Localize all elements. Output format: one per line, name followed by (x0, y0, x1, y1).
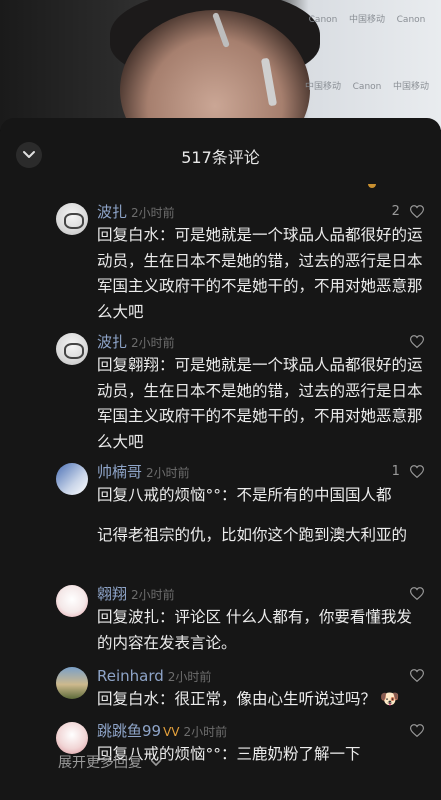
dog-emoji: 🐶 (380, 690, 400, 708)
avatar[interactable] (56, 333, 88, 365)
avatar[interactable] (56, 585, 88, 617)
emoji-fragment (368, 184, 376, 188)
video-background: Canon 中国移动 Canon 中国移动 Canon 中国移动 (0, 0, 441, 130)
heart-icon (410, 724, 424, 737)
sponsor-logo: Canon (396, 15, 426, 25)
like-button[interactable] (404, 665, 424, 687)
heart-icon (410, 205, 424, 218)
heart-icon (410, 587, 424, 600)
like-count: 2 (391, 204, 400, 219)
sponsor-logo: 中国移动 (392, 82, 429, 92)
expand-more-label: 展开更多回复 (58, 755, 142, 771)
reply-text: 回复白水：很正常，像由心生听说过吗？ 🐶 (97, 687, 427, 713)
reply-text-line: 回复八戒的烦恼°°：不是所有的中国国人都 (97, 486, 392, 504)
avatar[interactable] (56, 203, 88, 235)
username[interactable]: 翱翔 (97, 585, 127, 603)
username[interactable]: 波扎 (97, 333, 127, 351)
chevron-down-icon (151, 760, 162, 766)
timestamp: 2小时前 (183, 725, 228, 739)
heart-icon (410, 465, 424, 478)
timestamp: 2小时前 (146, 466, 190, 480)
username[interactable]: 波扎 (97, 203, 127, 221)
comments-header: 517条评论 (0, 118, 441, 194)
reply-text-line: 记得老祖宗的仇，比如你这个跑到澳大利亚的 (97, 525, 408, 544)
reply-text: 回复波扎：评论区 什么人都有，你要看懂我发的内容在发表言论。 (97, 608, 412, 652)
username[interactable]: Reinhard (97, 667, 164, 685)
reply-item: 波扎 2小时前 回复翱翔：可是她就是一个球品人品都很好的运动员，生在日本不是她的错… (56, 331, 428, 456)
reply-text-content: 回复白水：很正常，像由心生听说过吗？ (97, 690, 377, 708)
sponsor-logo: Canon (308, 15, 338, 25)
like-count: 1 (391, 464, 400, 479)
expand-more-replies-button[interactable]: 展开更多回复 (58, 752, 162, 772)
like-button[interactable] (404, 331, 424, 353)
sponsor-logo: 中国移动 (304, 82, 341, 92)
timestamp: 2小时前 (131, 336, 175, 350)
username[interactable]: 跳跳鱼99 (97, 722, 161, 740)
heart-icon (410, 669, 424, 682)
avatar[interactable] (56, 463, 88, 495)
like-button[interactable]: 1 (392, 461, 424, 483)
reply-item: 帅楠哥 2小时前 1 回复八戒的烦恼°°：不是所有的中国国人都 记得老祖宗的仇，比… (56, 461, 428, 576)
reply-text: 回复白水：可是她就是一个球品人品都很好的运动员，生在日本不是她的错，过去的恶行是… (97, 226, 423, 321)
heart-icon (410, 335, 424, 348)
timestamp: 2小时前 (131, 588, 175, 602)
timestamp: 2小时前 (167, 670, 212, 684)
reply-item: 翱翔 2小时前 回复波扎：评论区 什么人都有，你要看懂我发的内容在发表言论。 (56, 583, 428, 658)
like-button[interactable] (404, 720, 424, 742)
sponsor-board: Canon 中国移动 Canon 中国移动 Canon 中国移动 (303, 0, 433, 130)
like-button[interactable]: 2 (392, 201, 424, 223)
sponsor-logo: Canon (352, 82, 382, 92)
reply-text: 回复八戒的烦恼°°：不是所有的中国国人都 记得老祖宗的仇，比如你这个跑到澳大利亚… (97, 483, 427, 548)
avatar[interactable] (56, 667, 88, 699)
comment-count-title: 517条评论 (181, 148, 260, 167)
reply-text: 回复翱翔：可是她就是一个球品人品都很好的运动员，生在日本不是她的错，过去的恶行是… (97, 356, 423, 451)
like-button[interactable] (404, 583, 424, 605)
username[interactable]: 帅楠哥 (97, 463, 142, 481)
reply-item: 波扎 2小时前 2 回复白水：可是她就是一个球品人品都很好的运动员，生在日本不是她… (56, 201, 428, 326)
reply-item: Reinhard 2小时前 回复白水：很正常，像由心生听说过吗？ 🐶 (56, 665, 428, 715)
sponsor-logo: 中国移动 (348, 15, 385, 25)
vip-badge: VV (163, 725, 180, 739)
avatar[interactable] (56, 722, 88, 754)
timestamp: 2小时前 (131, 206, 175, 220)
